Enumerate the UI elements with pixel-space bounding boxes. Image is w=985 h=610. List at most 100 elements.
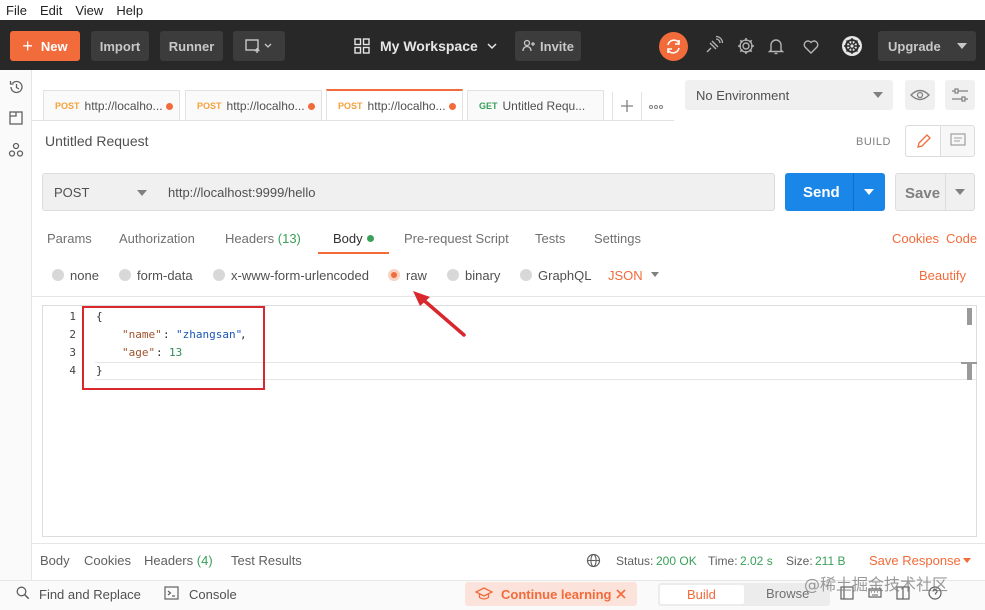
radio-urlencoded[interactable] [213,269,225,281]
scrollbar-marker [967,362,972,380]
avatar-icon[interactable] [840,34,864,58]
environment-select[interactable]: No Environment [685,80,893,110]
tab-settings[interactable]: Settings [594,231,641,246]
pencil-icon [917,134,931,148]
browse-toggle-button[interactable]: Browse [766,586,809,601]
send-button[interactable]: Send [785,173,885,211]
time-value[interactable]: 2.02 s [740,554,773,568]
cookies-link[interactable]: Cookies [892,231,939,246]
request-tab[interactable]: POST http://localho... [43,90,180,120]
body-type-binary-label[interactable]: binary [465,268,500,283]
body-type-urlencoded-label[interactable]: x-www-form-urlencoded [231,268,369,283]
environment-quick-look-button[interactable] [905,80,935,110]
response-tab-test-results[interactable]: Test Results [231,553,302,568]
body-type-graphql-label[interactable]: GraphQL [538,268,591,283]
save-button[interactable]: Save [895,173,975,211]
caret-down-icon [957,43,967,49]
sync-icon [667,39,680,54]
tabs-divider [32,120,674,121]
tab-prerequest-script[interactable]: Pre-request Script [404,231,509,246]
response-tab-cookies[interactable]: Cookies [84,553,131,568]
build-toggle-button[interactable]: Build [660,585,744,604]
tab-headers[interactable]: Headers (13) [225,231,301,246]
url-input[interactable]: http://localhost:9999/hello [157,173,775,211]
tab-label: Untitled Requ... [502,98,586,113]
menu-edit[interactable]: Edit [40,3,62,18]
radio-raw-selected[interactable] [388,269,400,281]
tab-params[interactable]: Params [47,231,92,246]
body-type-form-data-label[interactable]: form-data [137,268,193,283]
bell-icon[interactable] [765,35,787,57]
tab-authorization[interactable]: Authorization [119,231,195,246]
radio-dot-icon [391,272,397,278]
tab-options-button[interactable] [641,92,669,120]
graduation-cap-icon [475,587,493,600]
runner-button[interactable]: Runner [160,31,223,61]
tab-body[interactable]: Body [333,231,363,246]
scrollbar-thumb[interactable] [967,308,972,325]
caret-down-icon[interactable] [864,188,874,196]
new-button[interactable]: + New [10,31,80,61]
body-type-raw-label[interactable]: raw [406,268,427,283]
status-value[interactable]: 200 OK [656,554,697,568]
radio-none[interactable] [52,269,64,281]
tab-label: http://localho... [226,98,305,113]
upgrade-button[interactable]: Upgrade [878,31,976,61]
left-sidebar [0,70,32,580]
response-tab-body[interactable]: Body [40,553,70,568]
request-tab-active[interactable]: POST http://localho... [326,89,463,120]
size-value[interactable]: 211 B [815,554,845,568]
gear-icon[interactable] [735,35,757,57]
body-active-dot-icon [367,235,374,242]
close-icon[interactable] [615,588,627,600]
workspace-selector[interactable]: My Workspace [354,31,498,61]
edit-mode-button[interactable] [906,126,941,156]
status-label: Status: [616,554,654,568]
request-title[interactable]: Untitled Request [45,133,149,149]
watermark: @稀土掘金技术社区 [804,575,949,594]
console-button[interactable]: Console [189,587,237,602]
window-plus-icon [245,39,272,53]
menu-help[interactable]: Help [116,3,143,18]
globe-icon[interactable] [586,553,601,568]
time-label: Time: [708,554,738,568]
comments-button[interactable] [941,126,975,156]
beautify-link[interactable]: Beautify [919,268,966,283]
highlight-box [82,306,265,390]
request-tab[interactable]: POST http://localho... [185,90,322,120]
code-link[interactable]: Code [946,231,977,246]
caret-down-icon[interactable] [963,558,971,564]
radio-form-data[interactable] [119,269,131,281]
satellite-icon[interactable] [702,35,724,57]
manage-environments-button[interactable] [945,80,975,110]
send-divider [853,173,854,211]
method-select[interactable]: POST [42,173,158,211]
line-number: 1 [69,310,76,323]
radio-binary[interactable] [447,269,459,281]
format-select[interactable]: JSON [608,268,643,283]
unsaved-dot-icon [449,103,456,110]
new-window-button[interactable] [233,31,285,61]
apis-icon[interactable] [8,142,24,158]
sync-button[interactable] [659,32,688,61]
body-type-none-label[interactable]: none [70,268,99,283]
caret-down-icon[interactable] [955,188,965,196]
collections-icon[interactable] [8,110,24,126]
response-tab-headers[interactable]: Headers (4) [144,553,213,568]
find-replace-button[interactable]: Find and Replace [39,587,141,602]
menu-bar: File Edit View Help [0,0,985,20]
new-tab-button[interactable] [612,92,640,120]
tab-tests[interactable]: Tests [535,231,565,246]
heart-icon[interactable] [800,35,822,57]
history-icon[interactable] [8,79,24,95]
save-response-button[interactable]: Save Response [869,553,961,568]
radio-graphql[interactable] [520,269,532,281]
invite-button[interactable]: Invite [515,31,581,61]
eye-icon [910,89,930,101]
request-tab[interactable]: GET Untitled Requ... [467,90,604,120]
continue-learning-banner[interactable]: Continue learning [465,582,637,606]
menu-view[interactable]: View [75,3,103,18]
import-button[interactable]: Import [91,31,149,61]
caret-down-icon[interactable] [651,272,659,278]
menu-file[interactable]: File [6,3,27,18]
